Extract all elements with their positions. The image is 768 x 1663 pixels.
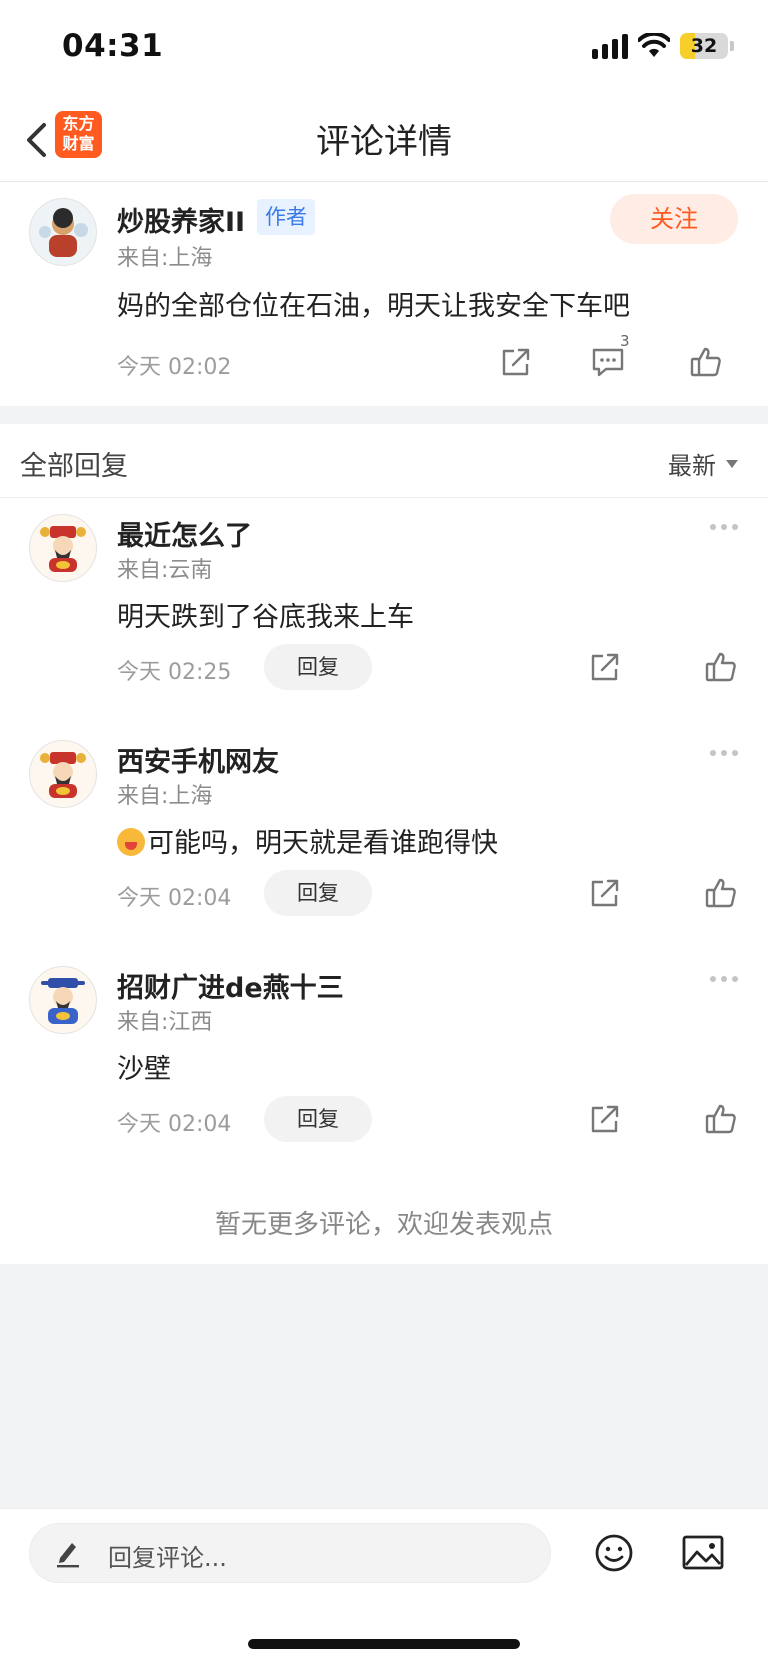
main-time: 今天 02:02 xyxy=(117,355,232,380)
reply-location: 来自:江西 xyxy=(117,1010,213,1035)
image-button[interactable] xyxy=(682,1535,724,1575)
signal-icon xyxy=(592,33,628,59)
reply-input-placeholder: 回复评论... xyxy=(108,1544,227,1572)
main-comment: 炒股养家II 作者 关注 来自:上海 妈的全部仓位在石油，明天让我安全下车吧 今… xyxy=(0,182,768,406)
reply-username[interactable]: 西安手机网友 xyxy=(117,740,279,779)
avatar[interactable] xyxy=(29,740,97,808)
share-icon xyxy=(591,1105,619,1133)
replies-header: 全部回复 最新 xyxy=(0,424,768,498)
reply-time: 今天 02:04 xyxy=(117,1112,232,1137)
sort-dropdown[interactable]: 最新 xyxy=(668,446,738,481)
reply-username[interactable]: 最近怎么了 xyxy=(117,514,252,553)
status-bar: 04:31 32 xyxy=(0,0,768,98)
more-options-button[interactable] xyxy=(710,750,738,756)
reply-username[interactable]: 招财广进de燕十三 xyxy=(117,966,344,1005)
reply-time: 今天 02:25 xyxy=(117,660,232,685)
caret-down-icon xyxy=(726,459,738,468)
no-more-comments: 暂无更多评论，欢迎发表观点 xyxy=(214,1210,553,1240)
page-title: 评论详情 xyxy=(316,122,452,162)
reply-content: 明天跌到了谷底我来上车 xyxy=(117,602,414,633)
god-of-wealth-avatar-icon xyxy=(40,526,86,572)
replies-section: 全部回复 最新 最近怎么了 来自:云南 明天跌到了谷底我来上车 今天 02:25… xyxy=(0,424,768,1264)
image-icon xyxy=(682,1535,724,1570)
reply-content: 可能吗，明天就是看谁跑得快 xyxy=(147,828,498,859)
share-icon xyxy=(502,348,530,376)
official-avatar-icon xyxy=(41,978,85,1024)
share-icon xyxy=(591,653,619,681)
thumbs-up-icon xyxy=(690,347,721,377)
emoji-face-icon xyxy=(117,828,145,856)
status-icons: 32 xyxy=(592,33,734,59)
reply-input[interactable]: 回复评论... xyxy=(29,1523,551,1583)
avatar[interactable] xyxy=(29,198,97,266)
reply-button[interactable]: 回复 xyxy=(264,1096,372,1142)
follow-button[interactable]: 关注 xyxy=(610,194,738,244)
reply-time: 今天 02:04 xyxy=(117,886,232,911)
thumbs-up-icon xyxy=(705,652,736,682)
replies-title: 全部回复 xyxy=(20,451,128,482)
thumbs-up-icon xyxy=(705,878,736,908)
like-button[interactable] xyxy=(701,1099,741,1139)
reply-button[interactable]: 回复 xyxy=(264,870,372,916)
author-badge: 作者 xyxy=(257,199,315,235)
thumbs-up-icon xyxy=(705,1104,736,1134)
main-content: 妈的全部仓位在石油，明天让我安全下车吧 xyxy=(117,291,630,322)
avatar-figure-icon xyxy=(39,208,88,257)
reply-location: 来自:云南 xyxy=(117,558,213,583)
comment-count: 3 xyxy=(620,332,630,350)
reply-item: 最近怎么了 来自:云南 明天跌到了谷底我来上车 今天 02:25 回复 xyxy=(0,498,768,724)
main-location: 来自:上海 xyxy=(117,246,213,271)
god-of-wealth-avatar-icon xyxy=(40,752,86,798)
battery-icon: 32 xyxy=(680,33,728,59)
smiley-icon xyxy=(595,1534,633,1572)
more-options-button[interactable] xyxy=(710,976,738,982)
reply-button[interactable]: 回复 xyxy=(264,644,372,690)
like-button[interactable] xyxy=(701,647,741,687)
like-button[interactable] xyxy=(701,873,741,913)
share-button[interactable] xyxy=(585,873,625,913)
comment-icon xyxy=(592,348,624,377)
nav-bar: 东方 财富 评论详情 xyxy=(0,98,768,182)
main-username[interactable]: 炒股养家II xyxy=(117,200,245,239)
share-button[interactable] xyxy=(496,342,536,382)
avatar[interactable] xyxy=(29,514,97,582)
battery-tip xyxy=(730,41,734,51)
like-button[interactable] xyxy=(686,342,726,382)
share-icon xyxy=(591,879,619,907)
wifi-icon xyxy=(638,33,670,57)
bottom-bar: 回复评论... xyxy=(0,1508,768,1663)
more-options-button[interactable] xyxy=(710,524,738,530)
reply-content: 沙壁 xyxy=(117,1054,171,1085)
home-indicator xyxy=(248,1639,520,1649)
status-time: 04:31 xyxy=(62,28,164,64)
reply-location: 来自:上海 xyxy=(117,784,213,809)
share-button[interactable] xyxy=(585,1099,625,1139)
reply-content-wrapper: 可能吗，明天就是看谁跑得快 xyxy=(117,821,498,860)
pencil-icon xyxy=(57,1543,79,1568)
battery-level: 32 xyxy=(690,35,718,57)
reply-item: 西安手机网友 来自:上海 可能吗，明天就是看谁跑得快 今天 02:04 回复 xyxy=(0,724,768,950)
avatar[interactable] xyxy=(29,966,97,1034)
emoji-button[interactable] xyxy=(594,1533,634,1577)
share-button[interactable] xyxy=(585,647,625,687)
sort-label: 最新 xyxy=(668,452,716,480)
reply-item: 招财广进de燕十三 来自:江西 沙壁 今天 02:04 回复 xyxy=(0,950,768,1176)
